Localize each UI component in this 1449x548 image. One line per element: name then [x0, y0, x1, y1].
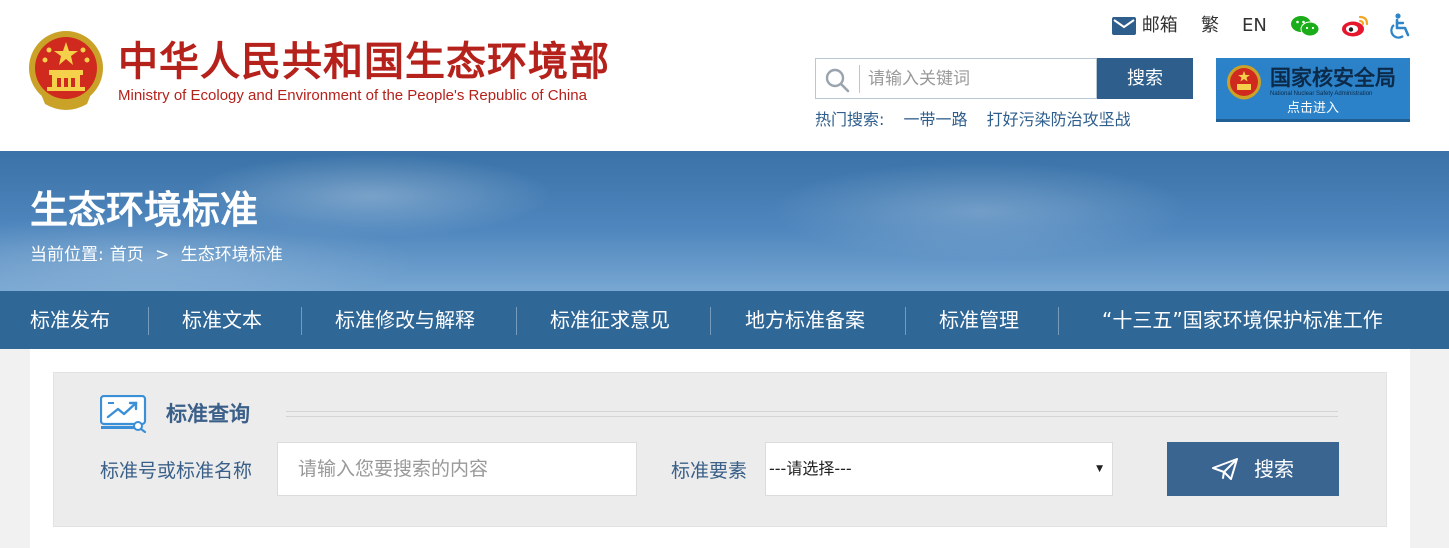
search-divider — [859, 65, 860, 93]
traditional-chinese-link[interactable]: 繁 — [1201, 12, 1219, 40]
breadcrumb-home[interactable]: 首页 — [110, 245, 144, 265]
english-link[interactable]: EN — [1242, 12, 1267, 40]
national-emblem-icon — [1227, 65, 1261, 100]
nav-item-13th-five-year[interactable]: “十三五”国家环境保护标准工作 — [1102, 291, 1383, 349]
chevron-down-icon: ▼ — [1096, 464, 1103, 474]
query-title: 标准查询 — [166, 402, 250, 426]
standard-name-input[interactable] — [277, 442, 637, 496]
hot-search-label: 热门搜索: — [815, 110, 885, 129]
breadcrumb-current[interactable]: 生态环境标准 — [181, 245, 283, 265]
page-title: 生态环境标准 — [30, 188, 259, 232]
standard-name-label: 标准号或标准名称 — [100, 460, 253, 482]
query-search-button[interactable]: 搜索 — [1167, 442, 1339, 496]
site-subtitle-en[interactable]: Ministry of Ecology and Environment of t… — [118, 87, 587, 104]
site-title[interactable]: 中华人民共和国生态环境部 — [118, 38, 610, 86]
standard-element-value: ---请选择--- — [769, 459, 852, 478]
breadcrumb-separator: > — [155, 245, 170, 265]
header-search-input[interactable] — [868, 62, 1088, 95]
standard-element-label: 标准要素 — [671, 460, 748, 482]
top-links: 邮箱 繁 EN — [1109, 12, 1449, 40]
header-search-button[interactable]: 搜索 — [1097, 58, 1193, 99]
nav-divider — [516, 307, 517, 335]
accessibility-icon[interactable] — [1389, 13, 1413, 39]
nav-divider — [1058, 307, 1059, 335]
standard-element-select[interactable]: ---请选择--- ▼ — [765, 442, 1113, 496]
nav-item-standard-text[interactable]: 标准文本 — [182, 291, 262, 349]
query-title-rule — [286, 411, 1338, 417]
standard-query-panel: 标准查询 标准号或标准名称 标准要素 ---请选择--- ▼ 搜索 — [53, 372, 1387, 527]
header-search — [815, 58, 1097, 99]
mail-icon — [1112, 17, 1136, 35]
query-chart-icon — [100, 395, 147, 433]
hot-search-link[interactable]: 一带一路 — [904, 110, 968, 129]
nav-item-standard-comments[interactable]: 标准征求意见 — [550, 291, 670, 349]
site-header: 中华人民共和国生态环境部 Ministry of Ecology and Env… — [0, 0, 1449, 151]
weibo-icon[interactable] — [1341, 14, 1369, 38]
nnsa-banner-link[interactable]: 国家核安全局 National Nuclear Safety Administr… — [1216, 58, 1410, 122]
national-emblem-icon[interactable] — [27, 28, 105, 112]
nav-divider — [301, 307, 302, 335]
mail-label: 邮箱 — [1141, 15, 1178, 36]
nav-divider — [710, 307, 711, 335]
query-search-label: 搜索 — [1254, 457, 1294, 481]
nav-item-standard-management[interactable]: 标准管理 — [939, 291, 1019, 349]
nnsa-subtitle: National Nuclear Safety Administration — [1270, 91, 1373, 97]
nav-item-local-standards[interactable]: 地方标准备案 — [745, 291, 865, 349]
breadcrumb-label: 当前位置: — [30, 245, 104, 265]
breadcrumb: 当前位置: 首页 > 生态环境标准 — [30, 243, 289, 267]
nnsa-enter-label: 点击进入 — [1286, 101, 1339, 116]
search-icon — [825, 68, 850, 93]
nav-divider — [148, 307, 149, 335]
nav-item-standard-revision[interactable]: 标准修改与解释 — [335, 291, 475, 349]
wechat-icon[interactable] — [1290, 14, 1320, 38]
nav-divider — [905, 307, 906, 335]
main-nav: 标准发布 标准文本 标准修改与解释 标准征求意见 地方标准备案 标准管理 “十三… — [0, 291, 1449, 349]
nnsa-title: 国家核安全局 — [1270, 66, 1396, 90]
nav-item-standard-release[interactable]: 标准发布 — [30, 291, 110, 349]
page-banner: 生态环境标准 当前位置: 首页 > 生态环境标准 — [0, 151, 1449, 291]
paper-plane-icon — [1212, 457, 1238, 480]
mail-link[interactable]: 邮箱 — [1112, 12, 1178, 40]
hot-search: 热门搜索: 一带一路 打好污染防治攻坚战 — [815, 108, 1145, 132]
hot-search-link[interactable]: 打好污染防治攻坚战 — [987, 110, 1131, 129]
